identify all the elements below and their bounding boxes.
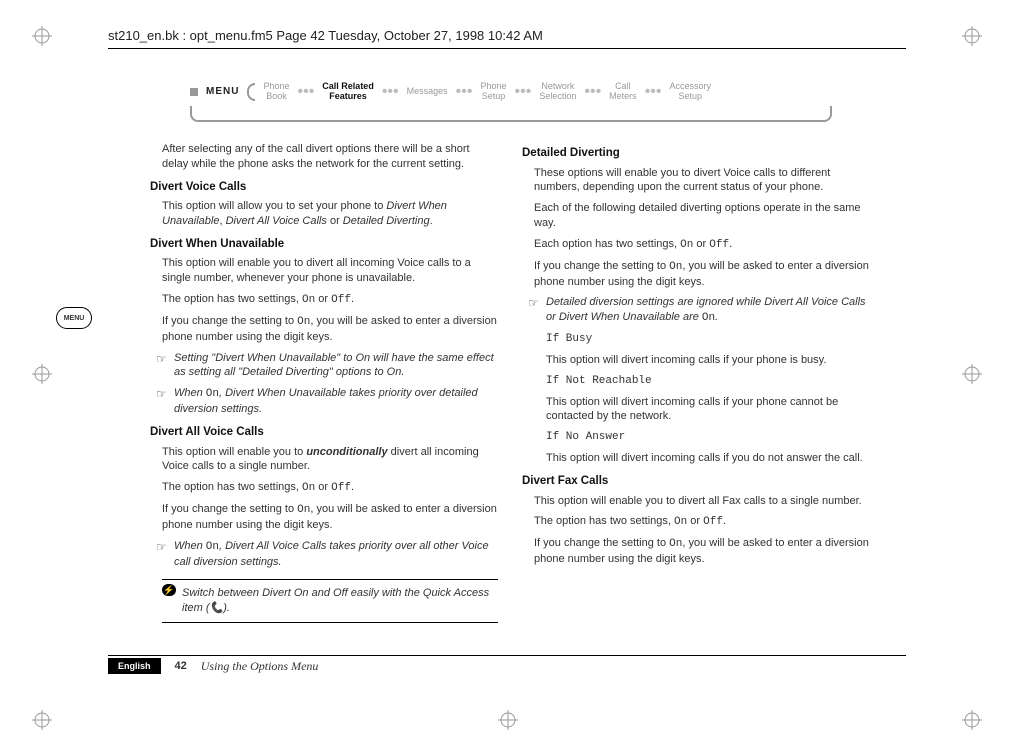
crop-mark-icon bbox=[32, 710, 52, 730]
body-text: The option has two settings, On or Off. bbox=[534, 514, 870, 530]
body-text: This option will divert incoming calls i… bbox=[546, 395, 870, 425]
nav-dots-icon: ••• bbox=[645, 88, 662, 96]
footer-title: Using the Options Menu bbox=[201, 659, 319, 674]
heading-divert-unavailable: Divert When Unavailable bbox=[150, 237, 498, 253]
note-text: Setting "Divert When Unavailable" to On … bbox=[174, 351, 498, 381]
nav-item-network: NetworkSelection bbox=[539, 82, 576, 102]
body-text: This option will enable you to divert al… bbox=[534, 494, 870, 509]
heading-divert-fax: Divert Fax Calls bbox=[522, 474, 870, 490]
nav-dots-icon: ••• bbox=[584, 88, 601, 96]
page-header: st210_en.bk : opt_menu.fm5 Page 42 Tuesd… bbox=[108, 28, 543, 43]
body-text: This option will divert incoming calls i… bbox=[546, 353, 870, 368]
body-content: After selecting any of the call divert o… bbox=[150, 138, 870, 623]
nav-item-meters: CallMeters bbox=[609, 82, 637, 102]
note-text: Detailed diversion settings are ignored … bbox=[546, 295, 870, 326]
body-text: Each option has two settings, On or Off. bbox=[534, 237, 870, 253]
page-number: 42 bbox=[175, 660, 187, 672]
body-text: If you change the setting to On, you wil… bbox=[162, 314, 498, 345]
nav-dots-icon: ••• bbox=[456, 88, 473, 96]
left-column: After selecting any of the call divert o… bbox=[150, 138, 498, 623]
body-text: This option will allow you to set your p… bbox=[162, 199, 498, 229]
nav-item-messages: Messages bbox=[407, 87, 448, 97]
body-text: These options will enable you to divert … bbox=[534, 166, 870, 196]
nav-item-accessory: AccessorySetup bbox=[670, 82, 712, 102]
crop-mark-icon bbox=[498, 710, 518, 730]
nav-bracket-icon bbox=[247, 83, 255, 101]
crop-mark-icon bbox=[962, 710, 982, 730]
menu-button-icon: MENU bbox=[56, 307, 92, 329]
nav-menu-label: MENU bbox=[206, 86, 239, 97]
body-text: If you change the setting to On, you wil… bbox=[534, 259, 870, 290]
nav-dots-icon: ••• bbox=[515, 88, 532, 96]
page-footer: English 42 Using the Options Menu bbox=[108, 655, 906, 674]
heading-detailed: Detailed Diverting bbox=[522, 146, 870, 162]
nav-border bbox=[190, 106, 832, 122]
language-badge: English bbox=[108, 658, 161, 674]
crop-mark-icon bbox=[32, 364, 52, 384]
nav-bullet-icon bbox=[190, 88, 198, 96]
note-text: When On, Divert When Unavailable takes p… bbox=[174, 386, 498, 417]
body-text: If you change the setting to On, you wil… bbox=[534, 536, 870, 567]
crop-mark-icon bbox=[962, 364, 982, 384]
heading-divert-voice: Divert Voice Calls bbox=[150, 180, 498, 196]
body-text: This option will enable you to divert al… bbox=[162, 256, 498, 286]
nav-dots-icon: ••• bbox=[382, 88, 399, 96]
body-text: The option has two settings, On or Off. bbox=[162, 292, 498, 308]
nav-item-phonebook: PhoneBook bbox=[263, 82, 289, 102]
sub-option: If Busy bbox=[546, 332, 870, 347]
body-text: The option has two settings, On or Off. bbox=[162, 480, 498, 496]
body-text: If you change the setting to On, you wil… bbox=[162, 502, 498, 533]
right-column: Detailed Diverting These options will en… bbox=[522, 138, 870, 623]
nav-item-call-related: Call RelatedFeatures bbox=[322, 82, 374, 102]
body-text: This option will divert incoming calls i… bbox=[546, 451, 870, 466]
crop-mark-icon bbox=[962, 26, 982, 46]
sub-option: If Not Reachable bbox=[546, 374, 870, 389]
body-text: Each of the following detailed diverting… bbox=[534, 201, 870, 231]
crop-mark-icon bbox=[32, 26, 52, 46]
heading-divert-all: Divert All Voice Calls bbox=[150, 425, 498, 441]
intro-text: After selecting any of the call divert o… bbox=[162, 142, 498, 172]
nav-item-phone-setup: PhoneSetup bbox=[480, 82, 506, 102]
sub-option: If No Answer bbox=[546, 430, 870, 445]
quick-access-tip: Switch between Divert On and Off easily … bbox=[162, 579, 498, 623]
breadcrumb-nav: MENU PhoneBook ••• Call RelatedFeatures … bbox=[190, 82, 711, 102]
nav-dots-icon: ••• bbox=[297, 88, 314, 96]
note-text: When On, Divert All Voice Calls takes pr… bbox=[174, 539, 498, 570]
body-text: This option will enable you to unconditi… bbox=[162, 445, 498, 475]
header-rule bbox=[108, 48, 906, 49]
